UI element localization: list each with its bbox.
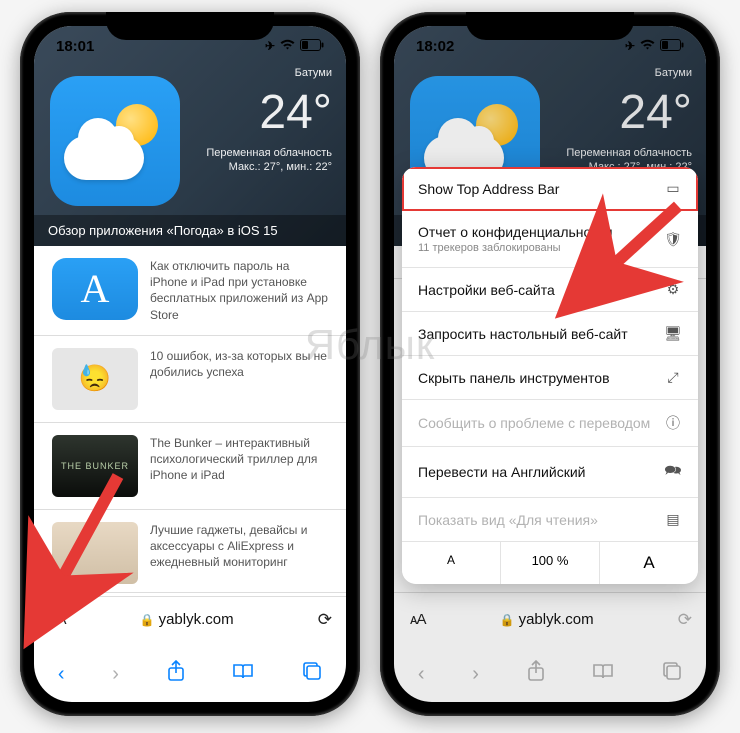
wifi-icon — [640, 39, 655, 53]
hero-cond: Переменная облачность — [206, 146, 332, 161]
menu-label: Show Top Address Bar — [418, 181, 559, 197]
zoom-in-button[interactable]: A — [600, 542, 698, 584]
zoom-out-button[interactable]: A — [402, 542, 500, 584]
lock-icon: 🔒 — [140, 613, 155, 627]
expand-icon: ⤢ — [664, 369, 682, 386]
wifi-icon — [280, 39, 295, 53]
menu-label: Настройки веб-сайта — [418, 282, 555, 298]
weather-app-icon — [50, 76, 180, 206]
airplane-icon: ✈ — [625, 39, 635, 53]
phone-left: 18:01 ✈ Батуми 24° — [20, 12, 360, 716]
menu-label: Перевести на Английский — [418, 464, 585, 480]
notch — [106, 12, 274, 40]
share-icon[interactable] — [167, 660, 185, 688]
hero-city: Батуми — [206, 66, 332, 81]
hero-caption: Обзор приложения «Погода» в iOS 15 — [34, 215, 346, 246]
safari-toolbar: ‹ › — [34, 646, 346, 702]
menu-report-translation: Сообщить о проблеме с переводом ⓘ — [402, 400, 698, 447]
battery-icon — [660, 39, 684, 54]
menu-label: Запросить настольный веб-сайт — [418, 326, 628, 342]
menu-label: Скрыть панель инструментов — [418, 370, 610, 386]
menu-translate[interactable]: Перевести на Английский 🗪 — [402, 447, 698, 498]
article-text: Лучшие гаджеты, девайсы и аксессуары с A… — [150, 522, 328, 584]
thumb-mistakes: 😓 — [52, 348, 138, 410]
arrow-annotation — [14, 470, 134, 625]
address-bar-top-icon: ▭ — [664, 180, 682, 197]
article-text: Как отключить пароль на iPhone и iPad пр… — [150, 258, 328, 323]
status-icons: ✈ — [265, 39, 324, 54]
translate-icon: 🗪 — [664, 460, 682, 484]
arrow-annotation — [570, 200, 690, 305]
hero-temp: 24° — [206, 81, 332, 146]
hero-range: Макс.: 27°, мин.: 22° — [206, 160, 332, 175]
forward-icon[interactable]: › — [112, 663, 119, 686]
phone-right: 18:02 ✈ Батуми 24° — [380, 12, 720, 716]
menu-hide-toolbar[interactable]: Скрыть панель инструментов ⤢ — [402, 356, 698, 400]
bookmarks-icon[interactable] — [232, 662, 254, 686]
article-text: 10 ошибок, из-за которых вы не добились … — [150, 348, 328, 410]
status-time: 18:02 — [416, 38, 454, 55]
status-time: 18:01 — [56, 38, 94, 55]
back-icon[interactable]: ‹ — [58, 663, 65, 686]
article-text: The Bunker – интерактивный психологическ… — [150, 435, 328, 497]
info-icon: ⓘ — [664, 413, 682, 433]
status-icons: ✈ — [625, 39, 684, 54]
desktop-icon: 🖥 — [664, 325, 682, 342]
list-item[interactable]: 😓 10 ошибок, из-за которых вы не добилис… — [34, 336, 346, 423]
menu-request-desktop[interactable]: Запросить настольный веб-сайт 🖥 — [402, 312, 698, 356]
appstore-icon: A — [52, 258, 138, 320]
menu-reader-view: Показать вид «Для чтения» ▤ — [402, 498, 698, 542]
list-item[interactable]: A Как отключить пароль на iPhone и iPad … — [34, 246, 346, 336]
zoom-level[interactable]: 100 % — [500, 542, 600, 584]
menu-label: Сообщить о проблеме с переводом — [418, 415, 650, 431]
reload-icon[interactable]: ⟳ — [318, 610, 332, 630]
notch — [466, 12, 634, 40]
battery-icon — [300, 39, 324, 54]
address-domain: yablyk.com — [159, 611, 234, 628]
menu-label: Показать вид «Для чтения» — [418, 512, 598, 528]
tabs-icon[interactable] — [302, 661, 322, 687]
hero-weather-text: Батуми 24° Переменная облачность Макс.: … — [206, 66, 332, 175]
cloud-icon — [64, 136, 144, 180]
airplane-icon: ✈ — [265, 39, 275, 53]
menu-zoom-row: A 100 % A — [402, 542, 698, 584]
reader-icon: ▤ — [664, 511, 682, 528]
screen-right: 18:02 ✈ Батуми 24° — [394, 26, 706, 702]
